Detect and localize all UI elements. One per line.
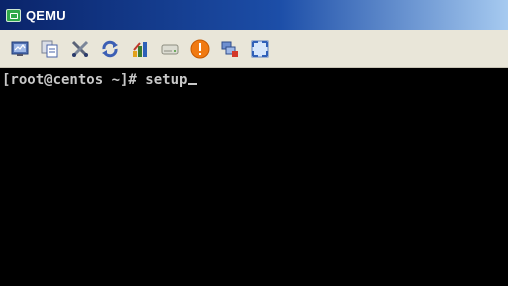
network-button[interactable] [220,39,240,59]
power-button[interactable] [190,39,210,59]
paint-icon [133,41,147,57]
toolbar [0,30,508,68]
qemu-app-icon [6,8,21,22]
paint-button[interactable] [130,39,150,59]
qemu-window: QEMU [root@centos ~]# setup [0,0,508,286]
drive-icon [161,44,179,54]
title-bar[interactable]: QEMU [0,0,508,30]
monitor-icon [11,41,29,56]
shell-prompt: [root@centos ~]# [2,72,146,88]
window-title: QEMU [26,7,66,23]
drive-button[interactable] [160,39,180,59]
copy-button[interactable] [40,39,60,59]
monitor-button[interactable] [10,39,30,59]
fullscreen-icon [251,40,269,57]
fullscreen-button[interactable] [250,39,270,59]
copy-icon [41,40,58,57]
text-cursor [188,83,198,85]
prompt-line: [root@centos ~]# setup [2,72,198,88]
tools-button[interactable] [70,39,90,59]
network-icon [221,41,238,57]
terminal-console[interactable]: [root@centos ~]# setup [0,68,508,286]
refresh-button[interactable] [100,39,120,59]
power-icon [190,39,210,58]
tools-icon [71,40,89,57]
refresh-icon [102,40,118,57]
typed-command: setup [145,72,188,88]
